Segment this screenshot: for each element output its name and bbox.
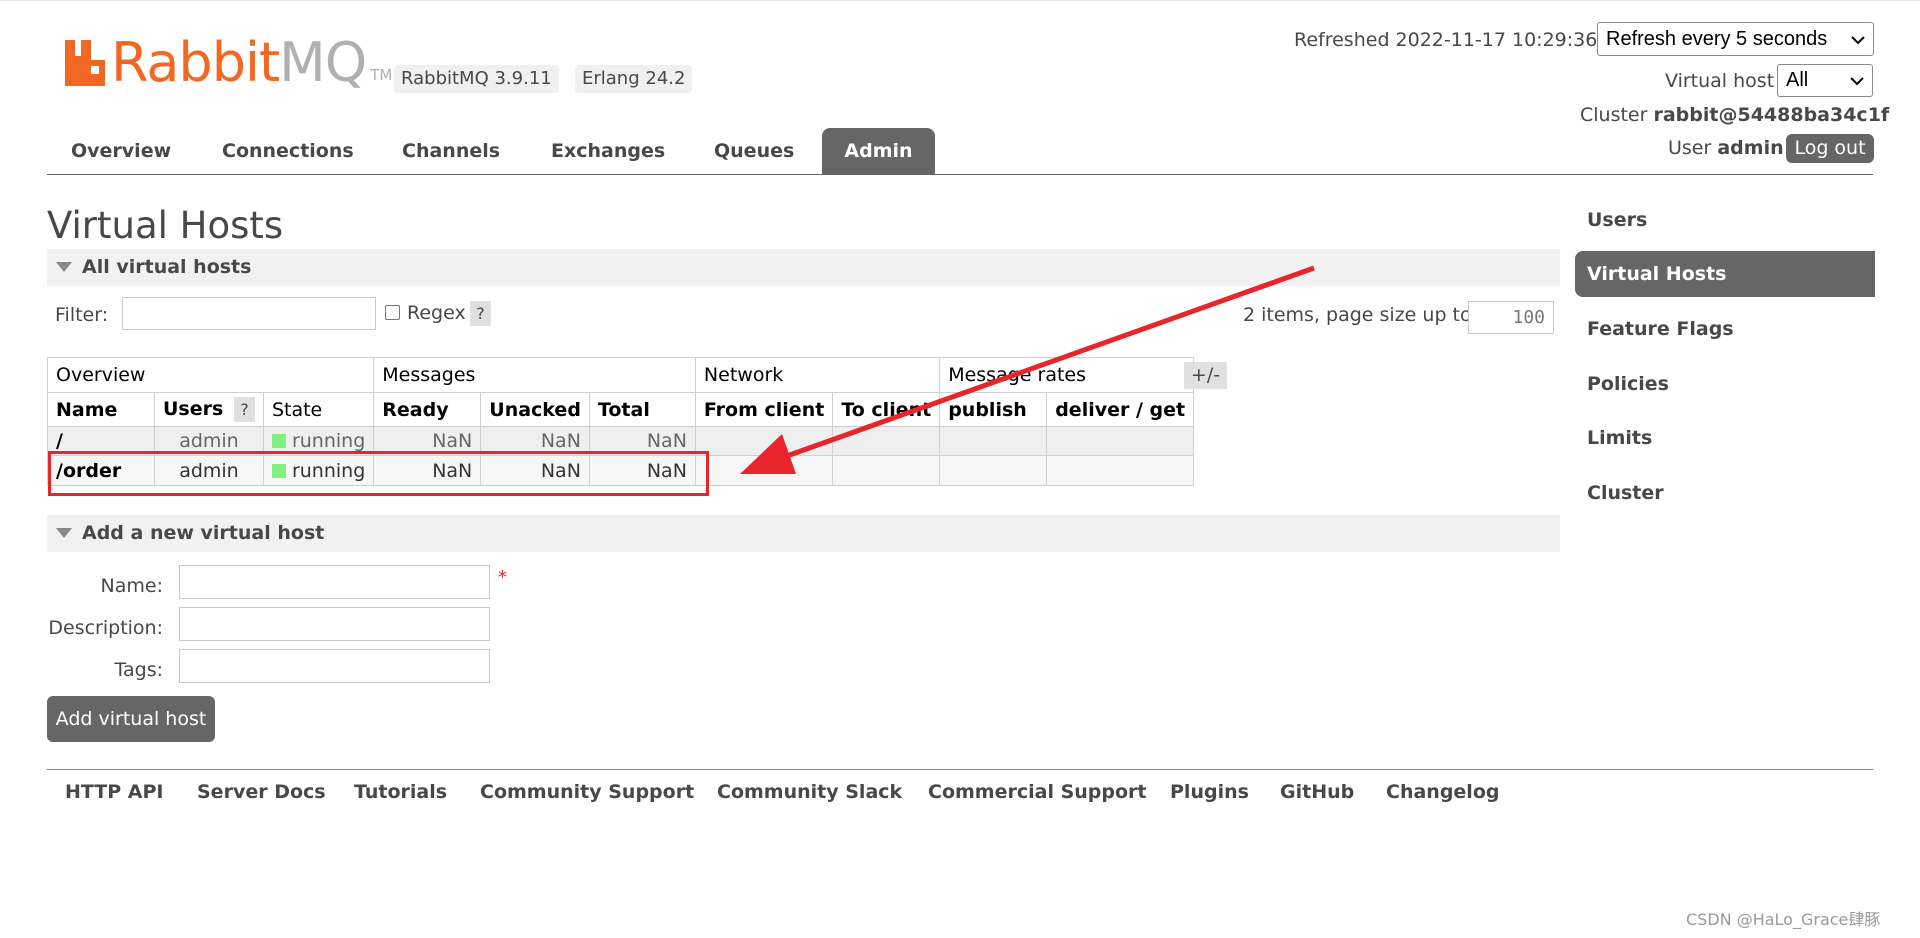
- running-status-icon: [271, 434, 286, 448]
- virtual-host-value: All: [1786, 69, 1809, 91]
- group-header-overview: Overview: [46, 357, 375, 393]
- user-name: admin: [1717, 137, 1784, 159]
- vhost-tags-input[interactable]: [179, 649, 490, 683]
- refreshed-timestamp: Refreshed 2022-11-17 10:29:36: [1294, 29, 1598, 51]
- footer-link-http-api[interactable]: HTTP API: [65, 781, 164, 803]
- logo-text-rabbit: Rabbit: [111, 31, 280, 94]
- logout-button[interactable]: Log out: [1786, 134, 1874, 163]
- virtual-host-select[interactable]: All: [1777, 64, 1873, 97]
- cluster-name: rabbit@54488ba34c1f: [1653, 104, 1890, 126]
- name-label: Name:: [100, 575, 163, 597]
- group-header-messages: Messages: [373, 357, 696, 393]
- footer-divider: [47, 769, 1873, 770]
- regex-label: Regex: [407, 302, 466, 324]
- rabbitmq-logo: Rabbit MQ TM: [63, 31, 393, 94]
- collapse-triangle-icon: [56, 261, 72, 272]
- regex-help-button[interactable]: ?: [470, 301, 491, 326]
- all-virtual-hosts-title: All virtual hosts: [82, 256, 252, 278]
- tab-connections[interactable]: Connections: [222, 128, 354, 174]
- refresh-interval-value: Refresh every 5 seconds: [1606, 27, 1828, 50]
- logo-tm: TM: [370, 66, 393, 84]
- tab-queues[interactable]: Queues: [714, 128, 794, 174]
- tab-exchanges[interactable]: Exchanges: [551, 128, 665, 174]
- tags-label: Tags:: [114, 659, 163, 681]
- column-header-name[interactable]: Name: [47, 392, 155, 427]
- user-info: User admin: [1668, 137, 1784, 159]
- virtual-host-label: Virtual host: [1665, 70, 1775, 92]
- nav-divider: [47, 174, 1873, 175]
- add-virtual-host-title: Add a new virtual host: [82, 522, 325, 544]
- page-size-input[interactable]: 100: [1468, 301, 1554, 334]
- vhost-name-input[interactable]: [179, 565, 490, 599]
- column-header-users-label: Users: [163, 398, 224, 420]
- collapse-triangle-icon: [56, 527, 72, 538]
- vhost-description-input[interactable]: [179, 607, 490, 641]
- column-header-ready[interactable]: Ready: [373, 392, 482, 427]
- erlang-version-badge: Erlang 24.2: [575, 65, 693, 93]
- tab-admin[interactable]: Admin: [822, 128, 935, 174]
- filter-label: Filter:: [55, 304, 109, 326]
- rabbit-logo-icon: [63, 40, 107, 86]
- required-mark: *: [498, 567, 507, 588]
- column-header-unacked[interactable]: Unacked: [480, 392, 590, 427]
- footer-link-github[interactable]: GitHub: [1280, 781, 1354, 803]
- page-title: Virtual Hosts: [47, 204, 284, 247]
- filter-input[interactable]: [122, 297, 376, 330]
- refresh-interval-select[interactable]: Refresh every 5 seconds: [1597, 22, 1874, 56]
- footer-link-plugins[interactable]: Plugins: [1170, 781, 1249, 803]
- add-virtual-host-button[interactable]: Add virtual host: [47, 696, 215, 742]
- sidebar-item-virtual-hosts[interactable]: Virtual Hosts: [1575, 251, 1875, 297]
- cluster-info: Cluster rabbit@54488ba34c1f: [1580, 104, 1889, 126]
- footer-link-community-slack[interactable]: Community Slack: [717, 781, 902, 803]
- sidebar-item-limits[interactable]: Limits: [1575, 415, 1875, 461]
- sidebar-item-feature-flags[interactable]: Feature Flags: [1575, 306, 1875, 352]
- regex-checkbox[interactable]: [385, 305, 400, 320]
- cluster-label: Cluster: [1580, 104, 1648, 126]
- sidebar-item-cluster[interactable]: Cluster: [1575, 470, 1875, 516]
- chevron-down-icon: [1851, 28, 1865, 51]
- tab-overview[interactable]: Overview: [71, 128, 171, 174]
- footer-link-changelog[interactable]: Changelog: [1386, 781, 1499, 803]
- add-virtual-host-section-header[interactable]: Add a new virtual host: [47, 515, 1560, 552]
- footer-link-community-support[interactable]: Community Support: [480, 781, 694, 803]
- logo-text-mq: MQ: [279, 31, 367, 94]
- footer-link-tutorials[interactable]: Tutorials: [354, 781, 447, 803]
- sidebar-item-users[interactable]: Users: [1575, 197, 1875, 243]
- column-header-state[interactable]: State: [262, 392, 375, 427]
- annotation-arrow-icon: [740, 265, 1315, 474]
- chevron-down-icon: [1850, 69, 1864, 92]
- sidebar-item-policies[interactable]: Policies: [1575, 361, 1875, 407]
- rabbitmq-version-badge: RabbitMQ 3.9.11: [394, 65, 559, 93]
- column-header-users[interactable]: Users ?: [154, 392, 264, 427]
- footer-link-commercial-support[interactable]: Commercial Support: [928, 781, 1147, 803]
- users-help-button[interactable]: ?: [233, 397, 255, 422]
- vhost-state-label: running: [291, 430, 366, 452]
- description-label: Description:: [48, 617, 163, 639]
- csdn-watermark: CSDN @HaLo_Grace肆豚: [1686, 910, 1881, 929]
- user-label: User: [1668, 137, 1712, 159]
- footer-link-server-docs[interactable]: Server Docs: [197, 781, 326, 803]
- column-header-total[interactable]: Total: [588, 392, 696, 427]
- tab-channels[interactable]: Channels: [402, 128, 500, 174]
- annotation-highlight-box: [48, 451, 709, 496]
